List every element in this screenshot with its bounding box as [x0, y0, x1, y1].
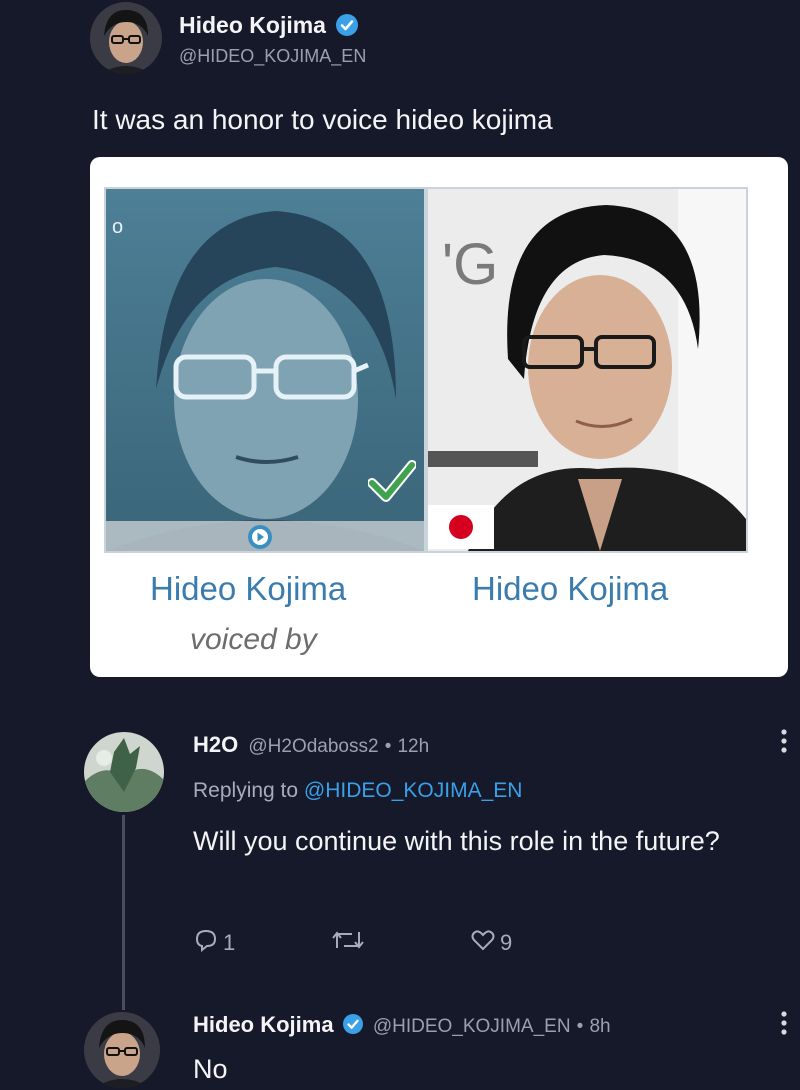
corner-mark: o: [112, 216, 123, 238]
author-name[interactable]: Hideo Kojima: [179, 12, 326, 38]
reply-author-handle[interactable]: @H2Odaboss2: [248, 736, 378, 757]
author-handle[interactable]: @HIDEO_KOJIMA_EN: [179, 46, 366, 67]
second-reply-author-name[interactable]: Hideo Kojima: [193, 1012, 334, 1037]
backdrop-letters: 'G: [442, 232, 498, 297]
verified-icon: [336, 13, 359, 36]
reply-author-avatar[interactable]: [84, 732, 164, 812]
reply-author-name[interactable]: H2O: [193, 732, 238, 757]
japan-flag-icon: [428, 505, 494, 551]
meta-separator: •: [384, 736, 392, 757]
like-count: 9: [500, 930, 513, 955]
replying-to-link[interactable]: @HIDEO_KOJIMA_EN: [304, 779, 523, 802]
reply-action[interactable]: 1: [193, 928, 235, 958]
character-image[interactable]: o: [104, 187, 426, 553]
thread-line: [122, 815, 125, 1010]
like-icon: [470, 928, 496, 958]
meta-separator: •: [576, 1016, 584, 1037]
second-reply-text: No: [193, 1054, 228, 1084]
retweet-icon: [330, 928, 366, 958]
author-avatar[interactable]: [90, 2, 162, 74]
tweet-text: It was an honor to voice hideo kojima: [92, 104, 553, 135]
right-name-label[interactable]: Hideo Kojima: [472, 570, 668, 608]
reply-time[interactable]: 12h: [397, 736, 429, 757]
second-reply-avatar[interactable]: [84, 1012, 160, 1088]
reply-icon: [193, 928, 219, 958]
more-icon[interactable]: [780, 1010, 788, 1043]
retweet-action[interactable]: [330, 928, 366, 958]
reply-text: Will you continue with this role in the …: [193, 826, 720, 856]
play-icon[interactable]: [247, 524, 273, 551]
replying-prefix: Replying to: [193, 779, 299, 802]
voiced-by-label: voiced by: [190, 623, 317, 656]
left-name-label[interactable]: Hideo Kojima: [150, 570, 346, 608]
media-card[interactable]: o 'G Hideo Kojima Hideo Kojima voiced by: [90, 157, 788, 677]
reply-count: 1: [223, 930, 236, 955]
checkmark-icon: [367, 459, 417, 508]
verified-icon: [342, 1014, 363, 1035]
actor-photo[interactable]: 'G: [426, 187, 748, 553]
more-icon[interactable]: [780, 728, 788, 761]
second-reply-time[interactable]: 8h: [589, 1016, 610, 1037]
like-action[interactable]: 9: [470, 928, 512, 958]
second-reply-handle[interactable]: @HIDEO_KOJIMA_EN: [373, 1016, 571, 1037]
